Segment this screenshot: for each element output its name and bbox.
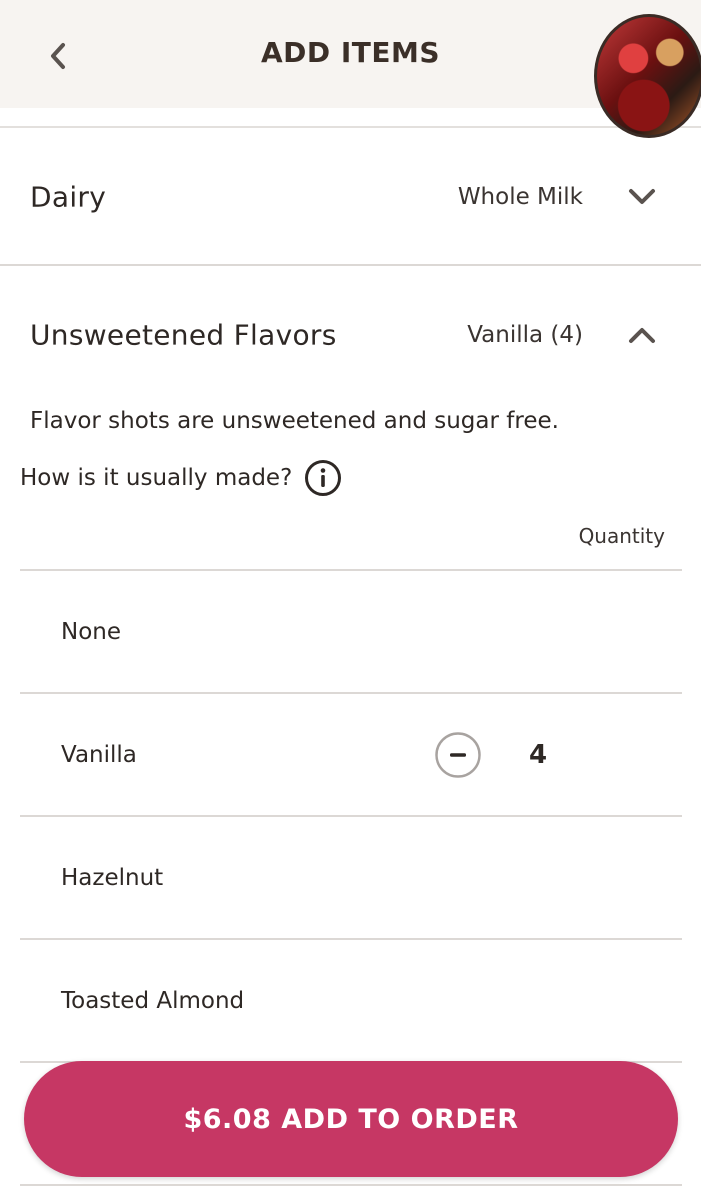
quantity-value: 4 [528,740,548,770]
section-title: Unsweetened Flavors [30,318,337,352]
how-made-label: How is it usually made? [20,465,293,491]
section-unsweetened-flavors[interactable]: Unsweetened Flavors Vanilla (4) [0,295,701,375]
option-row-none[interactable]: None [20,571,682,693]
option-label: Hazelnut [61,865,164,891]
add-to-order-label: $6.08 ADD TO ORDER [183,1103,519,1135]
flavor-note: Flavor shots are unsweetened and sugar f… [30,408,559,434]
section-title: Dairy [30,180,107,214]
decrement-button[interactable] [434,731,482,779]
section-selected-value: Vanilla (4) [467,322,583,348]
option-row-toasted-almond[interactable]: Toasted Almond [20,940,682,1062]
header-divider [0,126,701,128]
chevron-up-icon[interactable] [627,320,657,350]
section-divider [0,264,701,266]
option-label: Vanilla [61,742,137,768]
option-row-vanilla[interactable]: Vanilla 4 [20,694,682,816]
section-dairy[interactable]: Dairy Whole Milk [0,157,701,237]
info-icon[interactable] [304,459,342,497]
section-selected-value: Whole Milk [457,184,583,210]
add-to-order-button[interactable]: $6.08 ADD TO ORDER [24,1061,678,1177]
option-label: None [61,619,122,645]
option-label: Toasted Almond [61,988,245,1014]
option-row-hazelnut[interactable]: Hazelnut [20,817,682,939]
quantity-header: Quantity [578,524,665,548]
how-made-link[interactable]: How is it usually made? [20,458,342,498]
profile-avatar[interactable] [594,14,701,138]
chevron-down-icon[interactable] [627,182,657,212]
row-divider [20,1184,682,1186]
